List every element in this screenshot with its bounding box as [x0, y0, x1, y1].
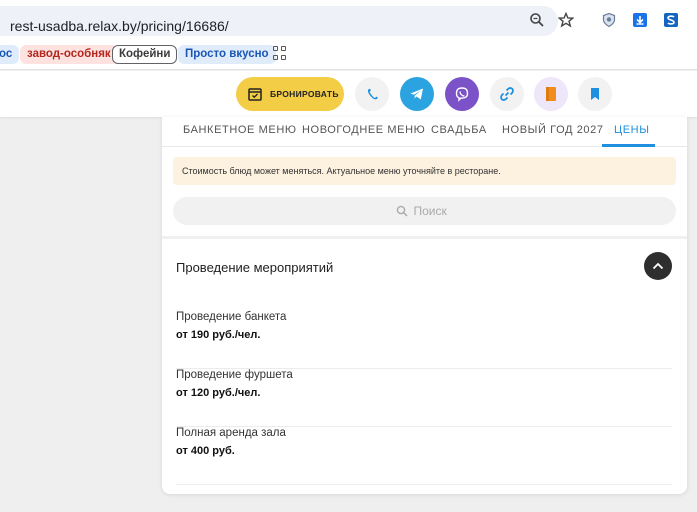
pricing-card: БАНКЕТНОЕ МЕНЮ НОВОГОДНЕЕ МЕНЮ СВАДЬБА Н…: [162, 117, 687, 494]
item-price: от 400 руб.: [176, 445, 235, 457]
tab-banquet-menu[interactable]: БАНКЕТНОЕ МЕНЮ: [183, 124, 297, 136]
chevron-up-icon: [652, 262, 664, 270]
bookmark-icon[interactable]: [578, 77, 612, 111]
tab-prices[interactable]: ЦЕНЫ: [614, 124, 650, 136]
item-price: от 120 руб./чел.: [176, 387, 261, 399]
sync-extension-icon[interactable]: [662, 11, 680, 29]
search-input[interactable]: [413, 204, 454, 218]
list-item: Проведение фуршета от 120 руб./чел.: [176, 369, 672, 427]
bookmark-star-icon[interactable]: [557, 11, 575, 29]
active-tab-indicator: [602, 144, 655, 147]
item-name: Проведение банкета: [176, 311, 287, 323]
shield-extension-icon[interactable]: [600, 11, 618, 29]
item-price: от 190 руб./чел.: [176, 329, 261, 341]
bookmarks-bar: ос завод-особняк Кофейни Просто вкусно: [0, 40, 697, 70]
section-divider: [162, 236, 687, 239]
address-bar[interactable]: rest-usadba.relax.by/pricing/16686/: [0, 6, 558, 36]
browser-toolbar: rest-usadba.relax.by/pricing/16686/: [0, 0, 697, 40]
site-header: БРОНИРОВАТЬ: [0, 71, 697, 117]
collapse-button[interactable]: [644, 252, 672, 280]
search-icon: [396, 205, 408, 217]
book-button[interactable]: БРОНИРОВАТЬ: [236, 77, 344, 111]
book-button-label: БРОНИРОВАТЬ: [270, 89, 339, 99]
apps-grid-icon[interactable]: [273, 46, 287, 60]
tabs-bar: БАНКЕТНОЕ МЕНЮ НОВОГОДНЕЕ МЕНЮ СВАДЬБА Н…: [162, 117, 687, 147]
zoom-icon[interactable]: [528, 11, 546, 29]
item-name: Проведение фуршета: [176, 369, 293, 381]
tab-new-year-menu[interactable]: НОВОГОДНЕЕ МЕНЮ: [302, 124, 425, 136]
bookmark-chip[interactable]: ос: [0, 45, 20, 64]
download-icon[interactable]: [631, 11, 649, 29]
link-icon[interactable]: [490, 77, 524, 111]
list-item: Проведение банкета от 190 руб./чел.: [176, 311, 672, 369]
calendar-check-icon: [248, 88, 262, 101]
list-item: Полная аренда зала от 400 руб.: [176, 427, 672, 485]
item-name: Полная аренда зала: [176, 427, 286, 439]
viber-icon[interactable]: [445, 77, 479, 111]
tab-new-year-2027[interactable]: НОВЫЙ ГОД 2027: [502, 124, 604, 136]
url-text[interactable]: rest-usadba.relax.by/pricing/16686/: [10, 18, 229, 34]
price-notice: Стоимость блюд может меняться. Актуально…: [173, 157, 676, 185]
tab-wedding[interactable]: СВАДЬБА: [431, 124, 487, 136]
menu-book-icon[interactable]: [534, 77, 568, 111]
telegram-icon[interactable]: [400, 77, 434, 111]
bookmark-chip[interactable]: Кофейни: [112, 45, 178, 64]
section-title[interactable]: Проведение мероприятий: [176, 260, 333, 275]
search-bar[interactable]: [173, 197, 676, 225]
bookmark-chip[interactable]: Просто вкусно: [178, 45, 276, 64]
bookmark-chip[interactable]: завод-особняк: [20, 45, 118, 64]
phone-icon[interactable]: [355, 77, 389, 111]
